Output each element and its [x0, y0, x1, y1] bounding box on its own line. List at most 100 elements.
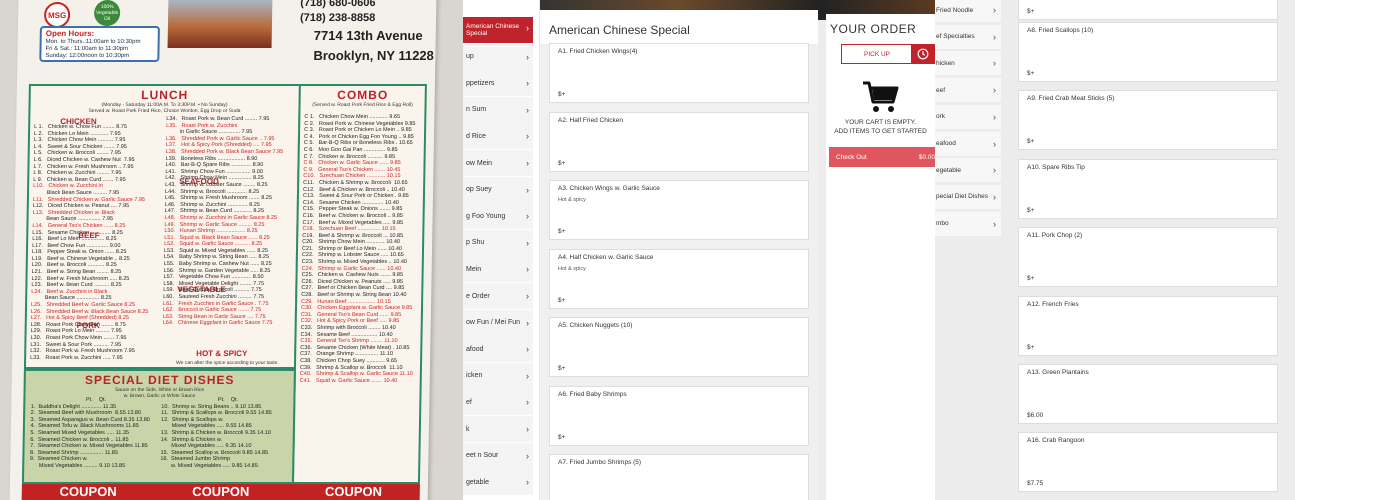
item-card[interactable]: A4. Half Chicken w. Garlic Sauce Hot & sp…	[549, 248, 809, 309]
category-label: Fried Noodle	[936, 6, 974, 14]
menu-line: C29. Hunan Beef .................. 10.15	[301, 298, 391, 305]
coupon-label-3: COUPON	[324, 484, 383, 499]
hours-title: Open Hours:	[45, 29, 95, 38]
category-item[interactable]: eafood ›	[935, 131, 1001, 156]
item-price: $+	[1027, 8, 1035, 15]
category-item[interactable]: g Foo Young ›	[463, 203, 533, 230]
category-item[interactable]: icken ›	[463, 362, 533, 389]
category-item[interactable]: d Rice ›	[463, 123, 533, 150]
menu-line: C24. Shrimp w. Garlic Sauce ...... 10.40	[301, 265, 402, 272]
menu-line: C27. Beef or Chicken Bean Curd .... 9.85	[301, 285, 405, 292]
item-card[interactable]: $+	[1018, 0, 1278, 20]
category-item[interactable]: ow Mein ›	[463, 150, 533, 176]
pickup-button[interactable]: PICK UP	[841, 44, 913, 64]
menu-line: L 8. Chicken w. Zucchini ........ 7.95	[33, 170, 122, 177]
chevron-right-icon: ›	[526, 237, 529, 248]
menu-line: 5. Steamed Mixed Vegetables ..... 11.35	[28, 429, 130, 436]
category-item[interactable]: pecial Diet Dishes ›	[935, 184, 1001, 209]
menu-line: 15. Steamed Scallop w. Broccoli 9.85 14.…	[160, 449, 269, 456]
msg-logo: MSG	[43, 2, 71, 28]
category-item[interactable]: ork ›	[935, 104, 1001, 129]
combo-column: C 1. Chicken Chow Mein ............ 9.65…	[300, 114, 425, 384]
item-card[interactable]: A2. Half Fried Chicken $+	[549, 111, 809, 172]
lunch-left-column: L 1. Chicken w. Chow Fun ........ 8.75 L …	[30, 124, 166, 361]
menu-line: 10. Shrimp w. String Beans .. 9.10 13.85	[161, 403, 262, 410]
category-label: egetable	[936, 166, 961, 174]
item-description: Hot & spicy	[558, 197, 586, 203]
menu-line: C18. Szechuan Beef ............... 10.15	[302, 226, 396, 233]
menu-line: C26. Diced Chicken w. Peanuts ..... 9.85	[301, 278, 404, 285]
menu-line: L57. Vegetable Chow Fun ............. 8.…	[163, 274, 264, 281]
category-item[interactable]: op Suey ›	[463, 176, 533, 203]
category-item[interactable]: egetable ›	[935, 158, 1001, 183]
menu-line: L45. Shrimp w. Fresh Mushroom ....... 8.…	[164, 195, 272, 202]
category-item[interactable]: eet n Sour ›	[463, 442, 533, 469]
category-label: p Shu	[466, 239, 485, 247]
menu-line: L58. Mixed Vegetable Delight ........ 7.…	[163, 280, 265, 287]
category-item[interactable]: mbo ›	[935, 211, 1001, 236]
menu-line: L64. Chinese Eggplant in Garlic Sauce 7.…	[162, 320, 273, 327]
item-card[interactable]: A12. French Fries $+	[1018, 295, 1278, 356]
checkout-button[interactable]: Check Out $0.00	[829, 147, 935, 167]
menu-line: L22. Beef w. Fresh Mushroom ..... 8.25	[31, 275, 130, 282]
category-item[interactable]: ppetizers ›	[463, 70, 533, 97]
menu-line: L16. Beef Lo Mein ............... 8.25	[32, 236, 117, 243]
chevron-right-icon: ›	[526, 184, 529, 195]
chevron-right-icon: ›	[526, 131, 529, 142]
category-item[interactable]: up ›	[463, 43, 533, 70]
item-card[interactable]: A16. Crab Rangoon $7.75	[1018, 432, 1278, 493]
category-item[interactable]: k ›	[463, 416, 533, 442]
menu-line: L18. Pepper Steak w. Onion ...... 8.25	[31, 249, 127, 256]
schedule-button[interactable]	[911, 44, 935, 64]
menu-line: 4. Steamed Tofu w. Black Mushrooms 11.85	[28, 423, 139, 430]
category-item[interactable]: ow Fun / Mei Fun ›	[463, 309, 533, 336]
category-item[interactable]: ef Specialties ›	[935, 24, 1001, 49]
menu-line: C25. Chicken w. Cashew Nuts ....... 9.85	[301, 272, 404, 279]
category-item[interactable]: n Sum ›	[463, 96, 533, 123]
item-card[interactable]: A10. Spare Ribs Tip $+	[1018, 158, 1278, 219]
empty-cart-line-1: YOUR CART IS EMPTY.	[844, 119, 917, 126]
menu-line: L21. Beef w. String Bean ........ 8.25	[31, 269, 122, 276]
category-item[interactable]: ef ›	[463, 389, 533, 416]
item-card[interactable]: A7. Fried Jumbo Shrimps (5)	[549, 454, 809, 500]
category-item[interactable]: Mein ›	[463, 256, 533, 283]
item-price: $+	[1027, 343, 1035, 351]
menu-line: Mixed Vegetables ..... 9.35 14.10	[160, 443, 252, 450]
menu-line: w. Mixed Vegetables ..... 9.85 14.85	[160, 462, 258, 469]
menu-line: 9. Steamed Chicken w.	[28, 456, 88, 463]
item-card[interactable]: A9. Fried Crab Meat Sticks (5) $+	[1018, 90, 1278, 151]
category-item[interactable]: Fried Noodle ›	[935, 0, 1001, 22]
item-name: A5. Chicken Nuggets (10)	[558, 322, 633, 329]
item-price: $+	[558, 228, 566, 235]
diet-right-column: Pt. Qt. 10. Shrimp w. String Beans .. 9.1…	[160, 397, 293, 470]
menu-line: C31. General Tso's Bean Curd ...... 9.85	[300, 311, 402, 318]
menu-line: L35. Roast Pork w. Zucchini	[166, 122, 238, 129]
category-item[interactable]: eef ›	[935, 78, 1001, 103]
item-card[interactable]: A13. Green Plantains $6.00	[1018, 364, 1278, 424]
item-name: A7. Fried Jumbo Shrimps (5)	[558, 459, 642, 466]
shopping-cart-icon	[863, 81, 899, 112]
menu-line: L30. Roast Pork Chow Mein ....... 7.95	[30, 335, 127, 341]
category-label: ork	[936, 113, 946, 121]
item-card[interactable]: A5. Chicken Nuggets (10) $+	[549, 317, 809, 377]
menu-line: L56. Shrimp w. Garden Vegetable ..... 8.…	[163, 267, 271, 274]
menu-line: C37. Orange Shrimp ............... 11.10	[300, 351, 394, 358]
menu-line: L20. Beef w. Broccoli ........... 8.25	[31, 262, 117, 269]
menu-line: 7. Steamed Chicken w. Mixed Vegetables 1…	[28, 443, 148, 450]
category-item[interactable]: e Order ›	[463, 283, 533, 309]
category-item[interactable]: getable ›	[463, 469, 533, 496]
category-item[interactable]: American Chinese Special ›	[463, 17, 533, 43]
category-item[interactable]: afood ›	[463, 336, 533, 363]
category-item[interactable]: p Shu ›	[463, 229, 533, 256]
item-card[interactable]: A11. Pork Chop (2) $+	[1018, 227, 1278, 288]
item-card[interactable]: A1. Fried Chicken Wings(4) $+	[549, 43, 809, 103]
item-price: $+	[558, 365, 566, 372]
menu-line: C 5. Bar-B-Q Ribs or Boneless Ribs . 10.…	[303, 140, 413, 147]
category-item[interactable]: hicken ›	[935, 51, 1001, 76]
category-label: ppetizers	[466, 79, 495, 87]
menu-line: L28. Roast Pork Chow Fun ........ 8.75	[30, 321, 126, 328]
menu-line: Bean Sauce ............... 8.25	[31, 295, 112, 302]
item-card[interactable]: A6. Fried Baby Shrimps $+	[549, 385, 809, 446]
item-card[interactable]: A3. Chicken Wings w. Garlic Sauce Hot & s…	[549, 180, 809, 240]
item-card[interactable]: A8. Fried Scallops (10) $+	[1018, 22, 1278, 82]
